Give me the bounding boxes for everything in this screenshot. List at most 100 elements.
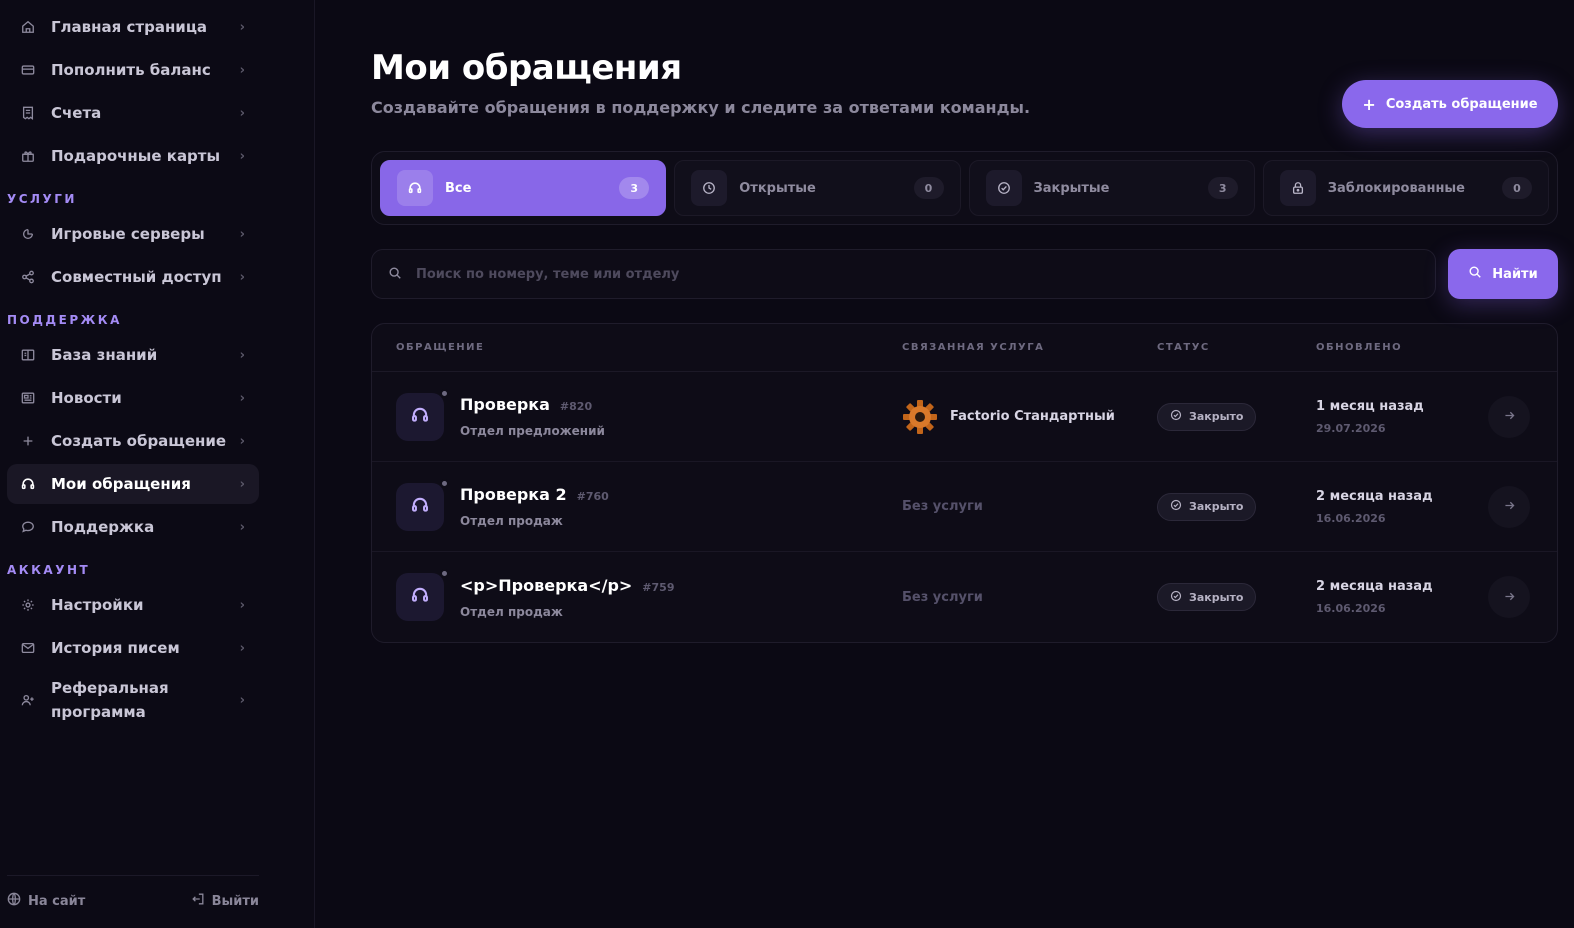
factorio-gear-icon <box>903 399 937 434</box>
arrow-right-icon <box>1503 407 1516 426</box>
updated-date: 16.06.2026 <box>1316 511 1386 525</box>
home-icon <box>19 18 37 36</box>
clock-icon <box>691 170 728 206</box>
request-avatar <box>396 569 449 621</box>
tab-open[interactable]: Открытые 0 <box>674 160 961 216</box>
request-number: #820 <box>559 400 593 413</box>
sidebar-item-label: Настройки <box>51 596 144 614</box>
headphones-icon <box>397 170 433 206</box>
status-dot <box>440 569 449 578</box>
plus-icon: + <box>1362 94 1376 114</box>
sidebar-item-label: Поддержка <box>51 518 155 536</box>
tab-label: Заблокированные <box>1327 180 1465 196</box>
logout-icon <box>191 892 205 910</box>
check-circle-icon <box>985 170 1022 206</box>
sidebar-item-label: Мои обращения <box>51 475 191 493</box>
status-badge: Закрыто <box>1157 492 1257 521</box>
chevron-right-icon: › <box>239 62 245 78</box>
section-label-services: УСЛУГИ <box>7 192 77 206</box>
find-button[interactable]: Найти <box>1448 249 1558 299</box>
tab-blocked[interactable]: Заблокированные 0 <box>1262 160 1549 216</box>
credit-card-icon <box>19 61 37 79</box>
tab-label: Все <box>445 180 472 196</box>
tab-label: Закрытые <box>1033 180 1110 196</box>
search-icon <box>388 265 402 284</box>
search-row: Найти <box>371 249 1558 299</box>
status-badge: Закрыто <box>1157 583 1257 611</box>
user-plus-icon <box>19 691 37 709</box>
to-site-link[interactable]: На сайт <box>7 892 85 910</box>
service-cell: Без услуги <box>902 590 1157 605</box>
requests-table: ОБРАЩЕНИЕ СВЯЗАННАЯ УСЛУГА СТАТУС ОБНОВЛ… <box>371 323 1558 643</box>
table-row[interactable]: Проверка 2 #760 Отдел продаж Без услуги … <box>372 462 1557 552</box>
sidebar-item-label: Создать обращение <box>51 432 227 450</box>
headphones-icon <box>19 475 37 493</box>
updated-date: 16.06.2026 <box>1316 602 1386 615</box>
logout-link[interactable]: Выйти <box>191 892 259 910</box>
sidebar-item-label: Новости <box>51 389 122 407</box>
updated-relative: 2 месяца назад <box>1316 488 1433 504</box>
check-circle-icon <box>1170 499 1182 514</box>
request-number: #760 <box>576 490 609 503</box>
globe-icon <box>7 892 21 910</box>
request-cell: <p>Проверка</p> #759 Отдел продаж <box>372 569 902 621</box>
open-request-button[interactable] <box>1488 395 1530 438</box>
updated-cell: 1 месяц назад 29.07.2026 <box>1316 399 1486 435</box>
tab-label: Открытые <box>739 180 816 196</box>
sidebar-item-support[interactable]: Поддержка › <box>7 507 259 547</box>
status-cell: Закрыто <box>1157 402 1316 431</box>
search-input[interactable] <box>416 266 1419 282</box>
sidebar-item-invoices[interactable]: Счета › <box>7 93 259 133</box>
open-request-button[interactable] <box>1488 485 1530 528</box>
chevron-right-icon: › <box>239 347 245 363</box>
sidebar-item-topup[interactable]: Пополнить баланс › <box>7 50 259 90</box>
updated-relative: 1 месяц назад <box>1316 398 1424 414</box>
table-row[interactable]: Проверка #820 Отдел предложений Factorio… <box>372 372 1557 462</box>
sidebar-item-create-request[interactable]: Создать обращение › <box>7 421 259 461</box>
sidebar-item-label: Счета <box>51 104 102 122</box>
sidebar-item-news[interactable]: Новости › <box>7 378 259 418</box>
chevron-right-icon: › <box>239 226 245 242</box>
sidebar-item-settings[interactable]: Настройки › <box>7 585 259 625</box>
sidebar-item-mail-history[interactable]: История писем › <box>7 628 259 668</box>
chevron-right-icon: › <box>239 269 245 285</box>
headphones-icon <box>411 406 429 428</box>
service-cell: Factorio Стандартный <box>902 399 1157 435</box>
sidebar-item-shared-access[interactable]: Совместный доступ › <box>7 257 259 297</box>
service-name: Без услуги <box>902 499 983 514</box>
gamepad-icon <box>19 225 37 243</box>
tab-closed[interactable]: Закрытые 3 <box>968 160 1255 216</box>
sidebar-item-game-servers[interactable]: Игровые серверы › <box>7 214 259 254</box>
request-avatar <box>396 388 449 441</box>
column-header-status: СТАТУС <box>1157 342 1210 353</box>
action-cell <box>1486 485 1557 528</box>
create-request-label: Создать обращение <box>1385 96 1538 112</box>
sidebar-item-referral[interactable]: Реферальная программа › <box>7 671 259 729</box>
status-dot <box>440 388 449 398</box>
updated-cell: 2 месяца назад 16.06.2026 <box>1316 579 1486 615</box>
table-header: ОБРАЩЕНИЕ СВЯЗАННАЯ УСЛУГА СТАТУС ОБНОВЛ… <box>372 324 1557 372</box>
chevron-right-icon: › <box>239 390 245 406</box>
action-cell <box>1486 395 1557 438</box>
sidebar-item-label: Пополнить баланс <box>51 61 211 79</box>
sidebar-item-knowledge-base[interactable]: База знаний › <box>7 335 259 375</box>
open-request-button[interactable] <box>1488 576 1530 618</box>
logout-label: Выйти <box>211 893 259 909</box>
sidebar-item-my-requests[interactable]: Мои обращения › <box>7 464 259 504</box>
tab-all[interactable]: Все 3 <box>380 160 667 216</box>
check-circle-icon <box>1170 409 1182 424</box>
sidebar-item-label: База знаний <box>51 346 158 364</box>
find-button-label: Найти <box>1492 266 1538 282</box>
request-title: Проверка 2 <box>460 485 567 504</box>
create-request-button[interactable]: + Создать обращение <box>1342 80 1558 128</box>
share-icon <box>19 268 37 286</box>
search-box[interactable] <box>371 249 1436 299</box>
table-row[interactable]: <p>Проверка</p> #759 Отдел продаж Без ус… <box>372 552 1557 642</box>
plus-icon <box>19 432 37 450</box>
sidebar-item-home[interactable]: Главная страница › <box>7 7 259 47</box>
updated-relative: 2 месяца назад <box>1316 579 1433 594</box>
request-department: Отдел продаж <box>460 604 563 619</box>
sidebar-item-gift-cards[interactable]: Подарочные карты › <box>7 136 259 176</box>
tab-count-badge: 3 <box>619 177 650 199</box>
newspaper-icon <box>19 389 37 407</box>
